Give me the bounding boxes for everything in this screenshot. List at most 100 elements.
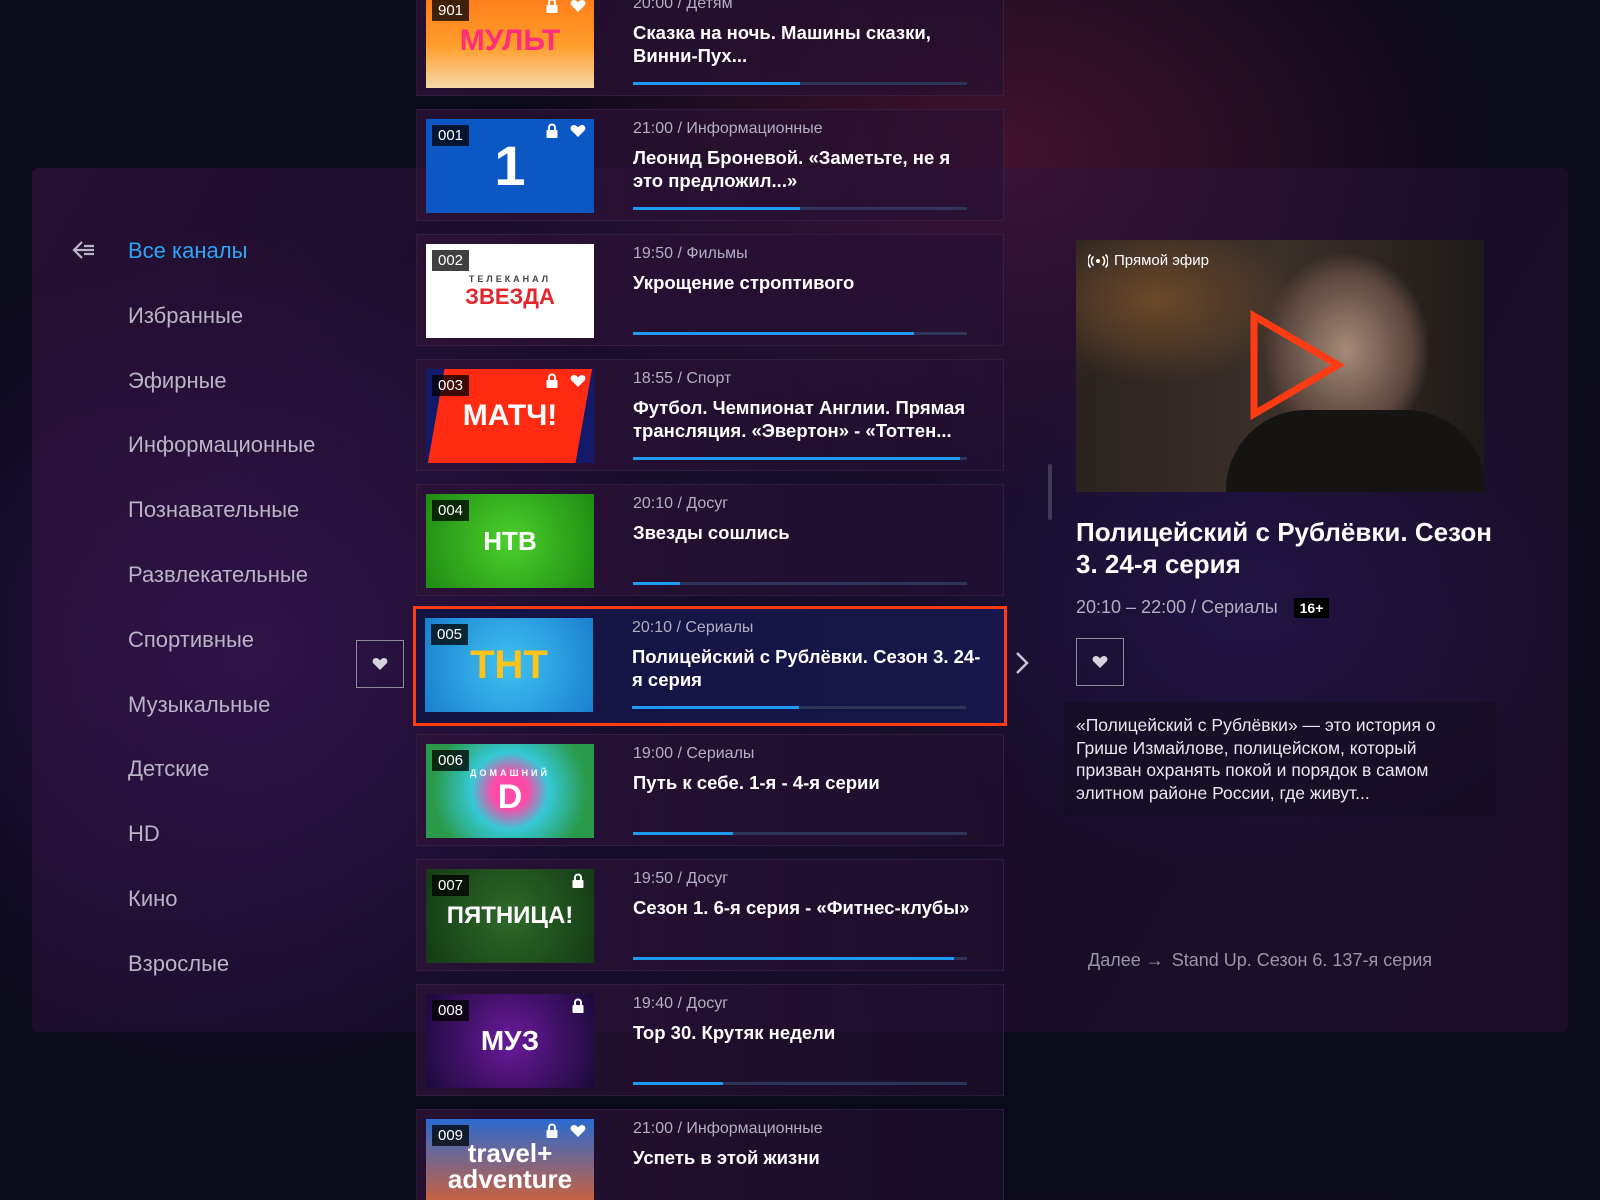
channel-logo-text: ТНТ	[470, 643, 548, 687]
channel-logo-text: МУЗ	[480, 1025, 540, 1056]
broadcast-icon	[1088, 253, 1108, 268]
favorite-filter-button[interactable]	[356, 640, 404, 688]
program-title: Футбол. Чемпионат Англии. Прямая трансля…	[633, 397, 966, 441]
chevron-right-icon[interactable]	[1014, 650, 1034, 678]
channel-logo-text: МУЛЬТ	[459, 24, 561, 57]
lock-icon	[544, 1123, 560, 1139]
program-time-genre: 21:00 / Информационные	[633, 1120, 823, 1137]
channel-number: 008	[432, 1000, 470, 1021]
program-title: Укрощение строптивого	[633, 272, 855, 293]
program-time-genre: 18:55 / Спорт	[633, 370, 732, 387]
program-time-genre: 19:40 / Досуг	[633, 995, 729, 1012]
channel-row[interactable]: 901 МУЛЬТ 20:00 / Детям Сказка на ночь. Маш…	[416, 0, 1004, 96]
next-label: Далее →	[1088, 950, 1164, 970]
category-item[interactable]: Познавательные	[128, 495, 315, 560]
progress-bar	[633, 457, 967, 460]
channel-number: 007	[432, 875, 470, 896]
live-label: Прямой эфир	[1114, 252, 1209, 269]
heart-icon	[570, 123, 586, 139]
heart-icon	[1092, 656, 1108, 668]
scrollbar[interactable]	[1048, 464, 1052, 520]
category-item[interactable]: Кино	[128, 884, 315, 949]
progress-bar	[633, 332, 967, 335]
lock-icon	[544, 0, 560, 14]
channel-logo: 003 МАТЧ!	[426, 369, 594, 463]
progress-bar	[633, 82, 967, 85]
category-item[interactable]: Все каналы	[128, 236, 315, 301]
progress-bar	[633, 582, 967, 585]
channel-row[interactable]: 002 ТЕЛЕКАНАЛ ЗВЕЗДА 19:50 / Фильмы Укрощени…	[416, 234, 1004, 346]
channel-row[interactable]: 009 travel+ adventure 21:00 / Информационн…	[416, 1109, 1004, 1200]
progress-bar-fill	[633, 457, 961, 460]
back-arrow-icon[interactable]	[72, 240, 98, 262]
channel-logo-text: ЗВЕЗДА	[465, 283, 555, 309]
channel-logo-text: ПЯТНИЦА!	[446, 902, 574, 929]
channel-logo: 002 ТЕЛЕКАНАЛ ЗВЕЗДА	[426, 244, 594, 338]
progress-bar-fill	[633, 207, 800, 210]
lock-icon	[570, 873, 586, 889]
channel-number: 009	[432, 1125, 470, 1146]
category-item[interactable]: Эфирные	[128, 366, 315, 431]
channel-logo: 006 ДОМАШНИЙ D	[426, 744, 594, 838]
channel-number: 003	[432, 375, 470, 396]
category-item[interactable]: Информационные	[128, 430, 315, 495]
heart-icon	[372, 658, 388, 670]
channel-number: 004	[432, 500, 470, 521]
detail-title: Полицейский с Рублёвки. Сезон 3. 24-я се…	[1076, 517, 1492, 579]
progress-bar-fill	[633, 82, 800, 85]
play-icon[interactable]	[1246, 310, 1346, 420]
live-preview[interactable]: Прямой эфир	[1076, 240, 1484, 492]
age-rating-badge: 16+	[1293, 597, 1330, 618]
heart-icon	[570, 1123, 586, 1139]
channel-logo: 009 travel+ adventure	[426, 1119, 594, 1200]
lock-icon	[544, 373, 560, 389]
channel-row[interactable]: 008 МУЗ 19:40 / Досуг Top 30. Крутяк недели	[416, 984, 1004, 1096]
detail-time-genre: 20:10 – 22:00 / Сериалы	[1076, 597, 1278, 617]
channel-row[interactable]: 003 МАТЧ! 18:55 / Спорт Футбол. Чемпионат А…	[416, 359, 1004, 471]
program-time-genre: 19:50 / Досуг	[633, 870, 729, 887]
lock-icon	[570, 998, 586, 1014]
program-title: Top 30. Крутяк недели	[633, 1022, 836, 1043]
progress-bar-fill	[633, 582, 680, 585]
program-time-genre: 20:00 / Детям	[633, 0, 733, 12]
program-title: Леонид Броневой. «Заметьте, не я это пре…	[633, 147, 951, 191]
channel-logo: 004 НТВ	[426, 494, 594, 588]
channel-row[interactable]: 007 ПЯТНИЦА! 19:50 / Досуг Сезон 1. 6-я сер…	[416, 859, 1004, 971]
category-item[interactable]: Спортивные	[128, 625, 315, 690]
category-item[interactable]: Избранные	[128, 301, 315, 366]
program-title: Полицейский с Рублёвки. Сезон 3. 24-я се…	[632, 646, 981, 690]
progress-bar	[632, 706, 966, 709]
lock-icon	[570, 248, 586, 264]
program-title: Путь к себе. 1-я - 4-я серии	[633, 772, 880, 793]
program-time-genre: 20:10 / Сериалы	[632, 619, 754, 636]
live-badge: Прямой эфир	[1088, 252, 1209, 269]
category-item[interactable]: HD	[128, 819, 315, 884]
progress-bar	[633, 207, 967, 210]
category-item[interactable]: Развлекательные	[128, 560, 315, 625]
channel-number: 005	[431, 624, 469, 645]
category-item[interactable]: Детские	[128, 754, 315, 819]
progress-bar-fill	[633, 832, 734, 835]
category-item[interactable]: Музыкальные	[128, 690, 315, 755]
program-title: Сезон 1. 6-я серия - «Фитнес-клубы»	[633, 897, 970, 918]
progress-bar	[633, 832, 967, 835]
channel-row[interactable]: 004 НТВ 20:10 / Досуг Звезды сошлись	[416, 484, 1004, 596]
category-item[interactable]: Взрослые	[128, 949, 315, 1014]
progress-bar-fill	[633, 1082, 724, 1085]
channel-number: 006	[432, 750, 470, 771]
next-program: Далее → Stand Up. Сезон 6. 137-я серия	[1088, 950, 1432, 971]
heart-icon	[570, 373, 586, 389]
progress-bar-fill	[633, 957, 954, 960]
program-title: Сказка на ночь. Машины сказки, Винни-Пух…	[633, 22, 931, 66]
channel-row[interactable]: 001 1 21:00 / Информационные Леонид Бронево…	[416, 109, 1004, 221]
program-title: Звезды сошлись	[633, 522, 790, 543]
channel-logo-text: D	[497, 777, 523, 816]
add-favorite-button[interactable]	[1076, 638, 1124, 686]
channel-logo-subtext: ДОМАШНИЙ	[470, 767, 550, 778]
next-program-title: Stand Up. Сезон 6. 137-я серия	[1171, 950, 1433, 970]
channel-number: 001	[432, 125, 470, 146]
channel-number: 901	[432, 0, 470, 21]
channel-row[interactable]: 005 ТНТ 20:10 / Сериалы Полицейский с Рублё…	[413, 606, 1007, 726]
channel-logo: 901 МУЛЬТ	[426, 0, 594, 88]
channel-row[interactable]: 006 ДОМАШНИЙ D 19:00 / Сериалы Путь к себе. …	[416, 734, 1004, 846]
